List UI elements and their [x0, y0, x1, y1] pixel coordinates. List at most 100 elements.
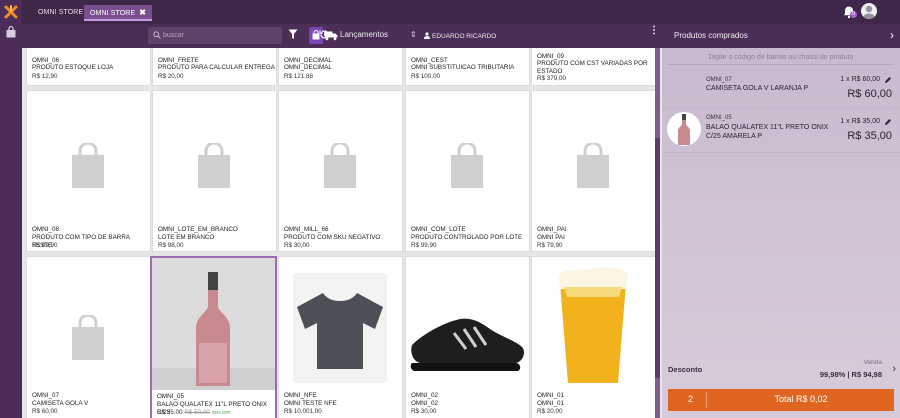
product-card[interactable]: OMNI_06 PRODUTO ESTOQUE LOJA R$ 12,90 [26, 48, 151, 86]
cart-item-value: R$ 35,00 [847, 130, 892, 142]
product-code: OMNI_08 [32, 226, 59, 233]
product-code: OMNI_DECIMAL [284, 57, 332, 64]
product-name: PRODUTO PARA CALCULAR ENTREGA [158, 64, 275, 71]
user-avatar-icon [863, 5, 875, 19]
product-code: OMNI_07 [32, 392, 59, 399]
chevron-right-icon[interactable]: › [892, 363, 896, 375]
product-name: OMNI TESTE NFE [284, 400, 337, 407]
product-code: OMNI_LOTE_EM_BRANCO [158, 226, 238, 233]
cart-item-thumbnail [667, 112, 701, 146]
product-price: R$ 35,00 R$ 50,00 35% OFF [157, 409, 231, 416]
product-card-selected[interactable]: OMNI_05 BALAO QUALATEX 11"L PRETO ONIX C… [150, 256, 277, 418]
product-card[interactable]: OMNI_FRETE PRODUTO PARA CALCULAR ENTREGA… [152, 48, 277, 86]
product-price: R$ 20,00 [158, 73, 184, 80]
product-price: R$ 20,00 [537, 408, 563, 415]
product-code: OMNI_CEST [411, 57, 448, 64]
product-price: R$ 379,00 [537, 75, 567, 82]
user-name[interactable]: EDUARDO RICARDO [424, 32, 496, 40]
shopping-bag-icon[interactable] [5, 26, 17, 38]
product-card[interactable]: OMNI_07 CAMISETA GOLA V R$ 60,00 [26, 256, 151, 418]
avatar[interactable] [861, 3, 877, 19]
wine-bottle-image [152, 258, 275, 390]
search-input[interactable] [163, 27, 278, 44]
cart-item-desc: CAMISETA GOLA V LARANJA P [706, 85, 809, 92]
product-card[interactable]: OMNI_NFE OMNI TESTE NFE R$ 10.001,00 [278, 256, 403, 418]
venda-label: Venda [863, 359, 882, 366]
search-box[interactable] [148, 27, 282, 44]
product-card[interactable]: OMNI_CEST OMNI SUBSTITUICAO TRIBUTARIA R… [405, 48, 530, 86]
venda-value: 99,98% | R$ 94,98 [819, 370, 882, 379]
discount-label: Desconto [668, 365, 703, 374]
app-logo-icon[interactable] [4, 5, 18, 19]
lancamentos-dropdown[interactable]: Lançamentos [340, 30, 388, 39]
more-options-icon[interactable]: ⋮ [649, 26, 659, 36]
product-code: OMNI_01 [537, 392, 564, 399]
product-name: PRODUTO ESTOQUE LOJA [32, 64, 114, 71]
cart-panel: Produtos comprados › Digite o código de … [662, 24, 900, 418]
product-card[interactable]: OMNI_MILL_66 PRODUTO COM SKU NEGATIVO R$… [278, 90, 403, 252]
product-name: OMNI_01 [537, 400, 564, 407]
product-card[interactable]: OMNI_PAI OMNI PAI R$ 79,90 [531, 90, 656, 252]
tab-omni-store[interactable]: OMNI STORE [32, 5, 89, 21]
chevron-right-icon[interactable]: › [890, 28, 894, 42]
tab-label: OMNI STORE [90, 10, 136, 17]
cart-item-value: R$ 60,00 [847, 88, 892, 100]
search-icon [153, 31, 161, 39]
placeholder-bag-icon [72, 143, 104, 188]
product-card[interactable]: OMNI_COM_LOTE PRODUTO CONTROLADO POR LOT… [405, 90, 530, 252]
product-code: OMNI_05 [157, 393, 184, 400]
discount-row[interactable]: Desconto Venda 99,98% | R$ 94,98 › [662, 356, 900, 386]
product-price: R$ 10.001,00 [284, 408, 322, 415]
dropdown-arrow-icon[interactable]: ⇕ [410, 30, 417, 39]
product-card[interactable]: OMNI_02 OMNI_02 R$ 30,00 [405, 256, 530, 418]
product-code: OMNI_FRETE [158, 57, 199, 64]
user-name-label: EDUARDO RICARDO [432, 33, 497, 40]
cart-item-qty: 1 x R$ 60,00 [840, 76, 880, 83]
product-price: R$ 89,90 [32, 242, 58, 249]
cart-item-code: OMNI_07 [706, 77, 732, 83]
filter-icon[interactable] [288, 29, 298, 40]
toolbar: Lançamentos ⇕ EDUARDO RICARDO ⋮ [22, 24, 662, 48]
product-card[interactable]: OMNI_DECIMAL OMNI_DECIMAL R$ 121,88 [278, 48, 403, 86]
placeholder-bag-icon [451, 143, 483, 188]
left-rail [0, 0, 22, 418]
grid-scrollbar[interactable] [655, 48, 660, 418]
product-code: OMNI_COM_LOTE [411, 226, 466, 233]
product-price: R$ 100,00 [411, 73, 441, 80]
cart-item[interactable]: OMNI_05 BALAO QUALATEX 11"L PRETO ONIX C… [662, 109, 900, 153]
total-label: Total R$ 0,02 [774, 394, 828, 404]
product-price: R$ 30,00 [284, 242, 310, 249]
tshirt-image [279, 257, 402, 389]
history-icon[interactable] [319, 29, 330, 40]
barcode-input[interactable]: Digite o código de barras ou chassi do p… [668, 52, 894, 65]
scrollbar-thumb[interactable] [655, 138, 660, 378]
current-price: R$ 35,00 [157, 409, 183, 416]
old-price: R$ 50,00 [184, 409, 210, 416]
cart-item-qty: 1 x R$ 35,00 [840, 118, 880, 125]
edit-icon[interactable] [884, 76, 892, 84]
product-card[interactable]: OMNI_09 PRODUTO COM CST VARIADAS POR EST… [531, 48, 656, 86]
product-name: CAMISETA GOLA V [32, 400, 89, 407]
close-icon[interactable]: ✖ [139, 8, 146, 17]
placeholder-bag-icon [324, 143, 356, 188]
placeholder-bag-icon [72, 315, 104, 360]
beer-glass-image [532, 257, 655, 389]
tab-omni-store-active[interactable]: OMNI STORE ✖ [84, 5, 153, 21]
product-card[interactable]: OMNI_08 PRODUTO COM TIPO DE BARRA TESTE … [26, 90, 151, 252]
cart-item[interactable]: OMNI_07 CAMISETA GOLA V LARANJA P 1 x R$… [662, 68, 900, 108]
cart-item-code: OMNI_05 [706, 115, 732, 121]
promo-badge: 35% OFF [211, 410, 231, 415]
edit-icon[interactable] [884, 118, 892, 126]
product-price: R$ 121,88 [284, 73, 314, 80]
product-card[interactable]: OMNI_01 OMNI_01 R$ 20,00 [531, 256, 656, 418]
placeholder-bag-icon [577, 143, 609, 188]
product-code: OMNI_02 [411, 392, 438, 399]
product-name: PRODUTO COM SKU NEGATIVO [284, 234, 381, 241]
product-price: R$ 79,90 [537, 242, 563, 249]
total-button[interactable]: 2 Total R$ 0,02 [668, 389, 894, 411]
tab-bar: OMNI STORE OMNI STORE ✖ [22, 0, 900, 24]
product-card[interactable]: OMNI_LOTE_EM_BRANCO LOTE EM BRANCO R$ 98… [152, 90, 277, 252]
product-name: OMNI_DECIMAL [284, 64, 332, 71]
product-name: PRODUTO CONTROLADO POR LOTE [411, 234, 523, 241]
divider [706, 392, 707, 408]
